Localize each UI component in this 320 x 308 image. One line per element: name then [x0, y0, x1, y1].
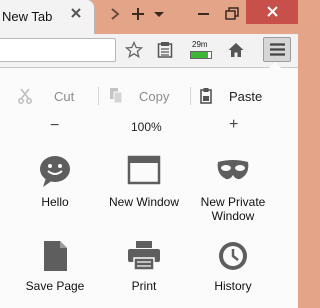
save-page-button[interactable]: Save Page: [10, 238, 100, 308]
zoom-level: 100%: [131, 120, 162, 134]
copy-label: Copy: [139, 89, 170, 104]
open-menu-button[interactable]: [263, 37, 291, 62]
document-icon: [44, 241, 67, 271]
traffic-monitor-bar: [190, 51, 212, 59]
traffic-monitor-widget[interactable]: 29m: [190, 40, 212, 60]
menu-panel: Cut Copy Paste − 100% + Hello New Window…: [0, 62, 298, 308]
paste-label: Paste: [229, 89, 263, 104]
new-private-window-button[interactable]: New Private Window: [188, 154, 278, 224]
title-bar: New Tab: [0, 0, 298, 34]
hello-label: Hello: [41, 195, 69, 209]
print-label: Print: [131, 279, 157, 293]
clipboard-icon: [200, 88, 212, 104]
scissors-icon: [18, 88, 32, 104]
zoom-reset-button[interactable]: 100%: [99, 112, 190, 140]
copy-icon: [110, 88, 123, 104]
bookmark-star-icon[interactable]: [125, 41, 143, 59]
window-icon: [127, 155, 161, 185]
tab-list-dropdown-icon[interactable]: [152, 4, 166, 24]
mask-icon: [217, 160, 249, 180]
new-tab-plus-icon[interactable]: [130, 4, 146, 24]
new-private-window-label: New Private Window: [200, 195, 266, 223]
new-window-button[interactable]: New Window: [99, 154, 189, 224]
bookmarks-list-icon[interactable]: [157, 41, 173, 59]
address-bar[interactable]: [0, 38, 116, 62]
traffic-monitor-fill: [191, 52, 208, 58]
history-label: History: [214, 279, 252, 293]
zoom-controls: − 100% +: [0, 112, 298, 140]
traffic-monitor-label: 29m: [192, 40, 208, 49]
print-button[interactable]: Print: [99, 238, 189, 308]
panel-arrow: [268, 62, 282, 69]
zoom-in-icon: +: [229, 116, 239, 133]
close-tab-icon[interactable]: [70, 7, 82, 19]
cut-button[interactable]: Cut: [0, 82, 98, 110]
window-close-button[interactable]: [246, 0, 298, 24]
paste-button[interactable]: Paste: [191, 82, 298, 110]
hamburger-menu-icon: [270, 43, 285, 56]
zoom-out-button[interactable]: −: [0, 112, 98, 140]
zoom-in-button[interactable]: +: [191, 112, 298, 140]
navigation-toolbar: 29m: [0, 34, 298, 68]
minimize-icon[interactable]: [196, 4, 212, 24]
tab-new-tab[interactable]: New Tab: [0, 0, 95, 34]
close-icon: [267, 6, 278, 17]
new-window-label: New Window: [108, 195, 180, 209]
tab-title: New Tab: [2, 9, 53, 24]
tab-scroll-right-icon[interactable]: [108, 4, 122, 24]
zoom-out-icon: −: [50, 117, 60, 134]
restore-icon[interactable]: [224, 4, 240, 24]
save-page-label: Save Page: [25, 279, 85, 293]
hello-button[interactable]: Hello: [10, 154, 100, 224]
printer-icon: [128, 241, 160, 271]
home-icon[interactable]: [227, 41, 245, 59]
edit-controls: Cut Copy Paste: [0, 82, 298, 110]
cut-label: Cut: [54, 89, 75, 104]
history-button[interactable]: History: [188, 238, 278, 308]
copy-button[interactable]: Copy: [99, 82, 190, 110]
chat-bubble-icon: [40, 156, 70, 187]
clock-icon: [219, 242, 247, 270]
